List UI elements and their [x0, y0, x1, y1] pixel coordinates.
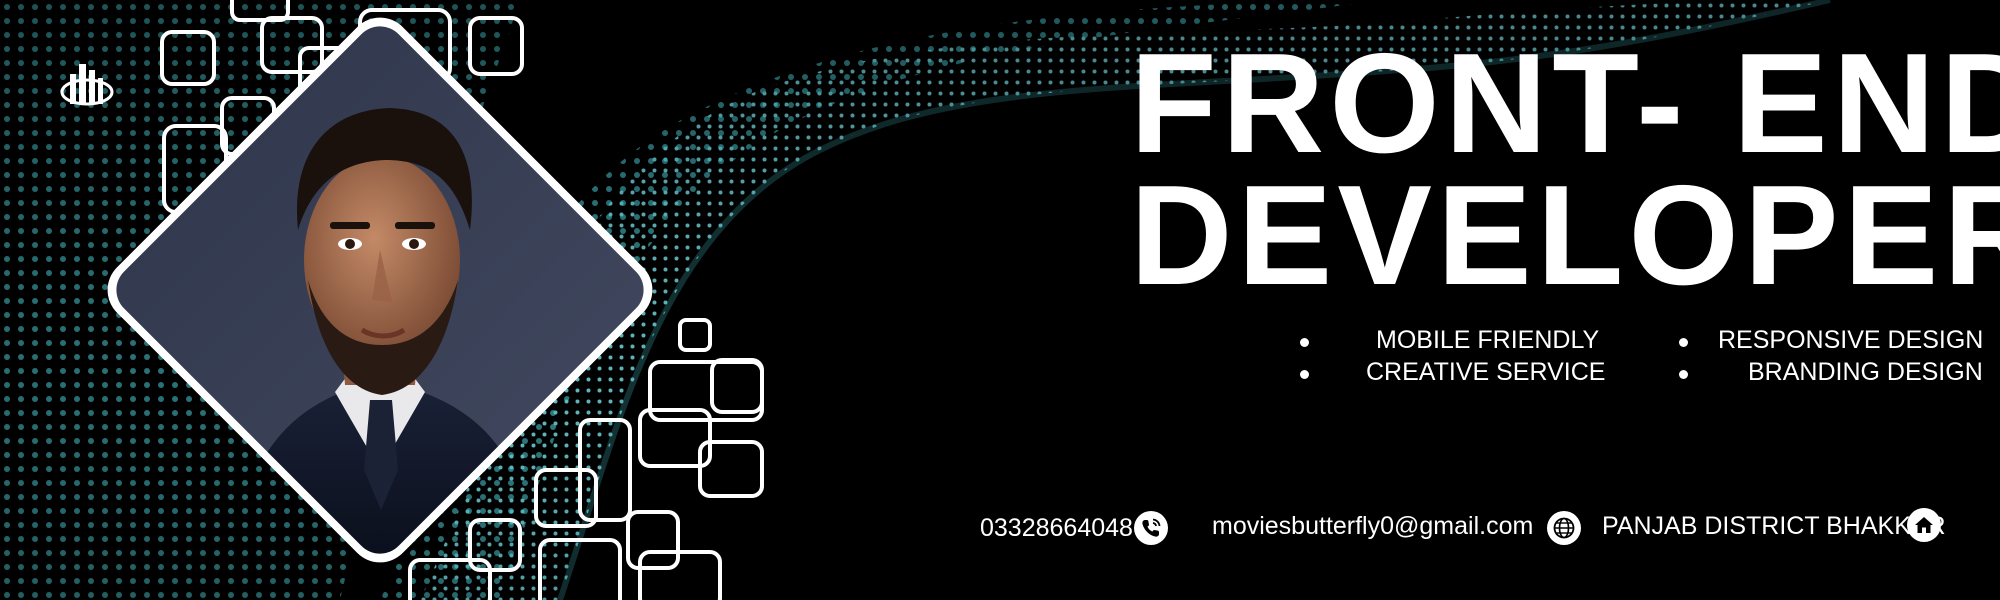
service-responsive-design: RESPONSIVE DESIGN	[1718, 326, 1984, 354]
page-title: FRONT- END DEVELOPER	[1130, 24, 2000, 315]
email-address[interactable]: moviesbutterfly0@gmail.com	[1212, 512, 1533, 541]
globe-icon	[1547, 511, 1581, 545]
title-line-1: FRONT- END	[1130, 24, 2000, 183]
bullet-icon	[1300, 338, 1309, 347]
developer-banner: FRONT- END DEVELOPER MOBILE FRIENDLY CRE…	[0, 0, 2000, 600]
title-line-2: DEVELOPER	[1130, 156, 2000, 315]
phone-number[interactable]: 03328664048	[980, 514, 1133, 543]
home-icon	[1907, 508, 1941, 542]
service-creative-service: CREATIVE SERVICE	[1366, 358, 1606, 386]
bullet-icon	[1679, 370, 1688, 379]
address: PANJAB DISTRICT BHAKKAR	[1602, 512, 1946, 540]
bullet-icon	[1679, 338, 1688, 347]
service-branding-design: BRANDING DESIGN	[1748, 358, 1983, 386]
bullet-icon	[1300, 370, 1309, 379]
phone-icon	[1134, 511, 1168, 545]
service-mobile-friendly: MOBILE FRIENDLY	[1376, 326, 1600, 354]
